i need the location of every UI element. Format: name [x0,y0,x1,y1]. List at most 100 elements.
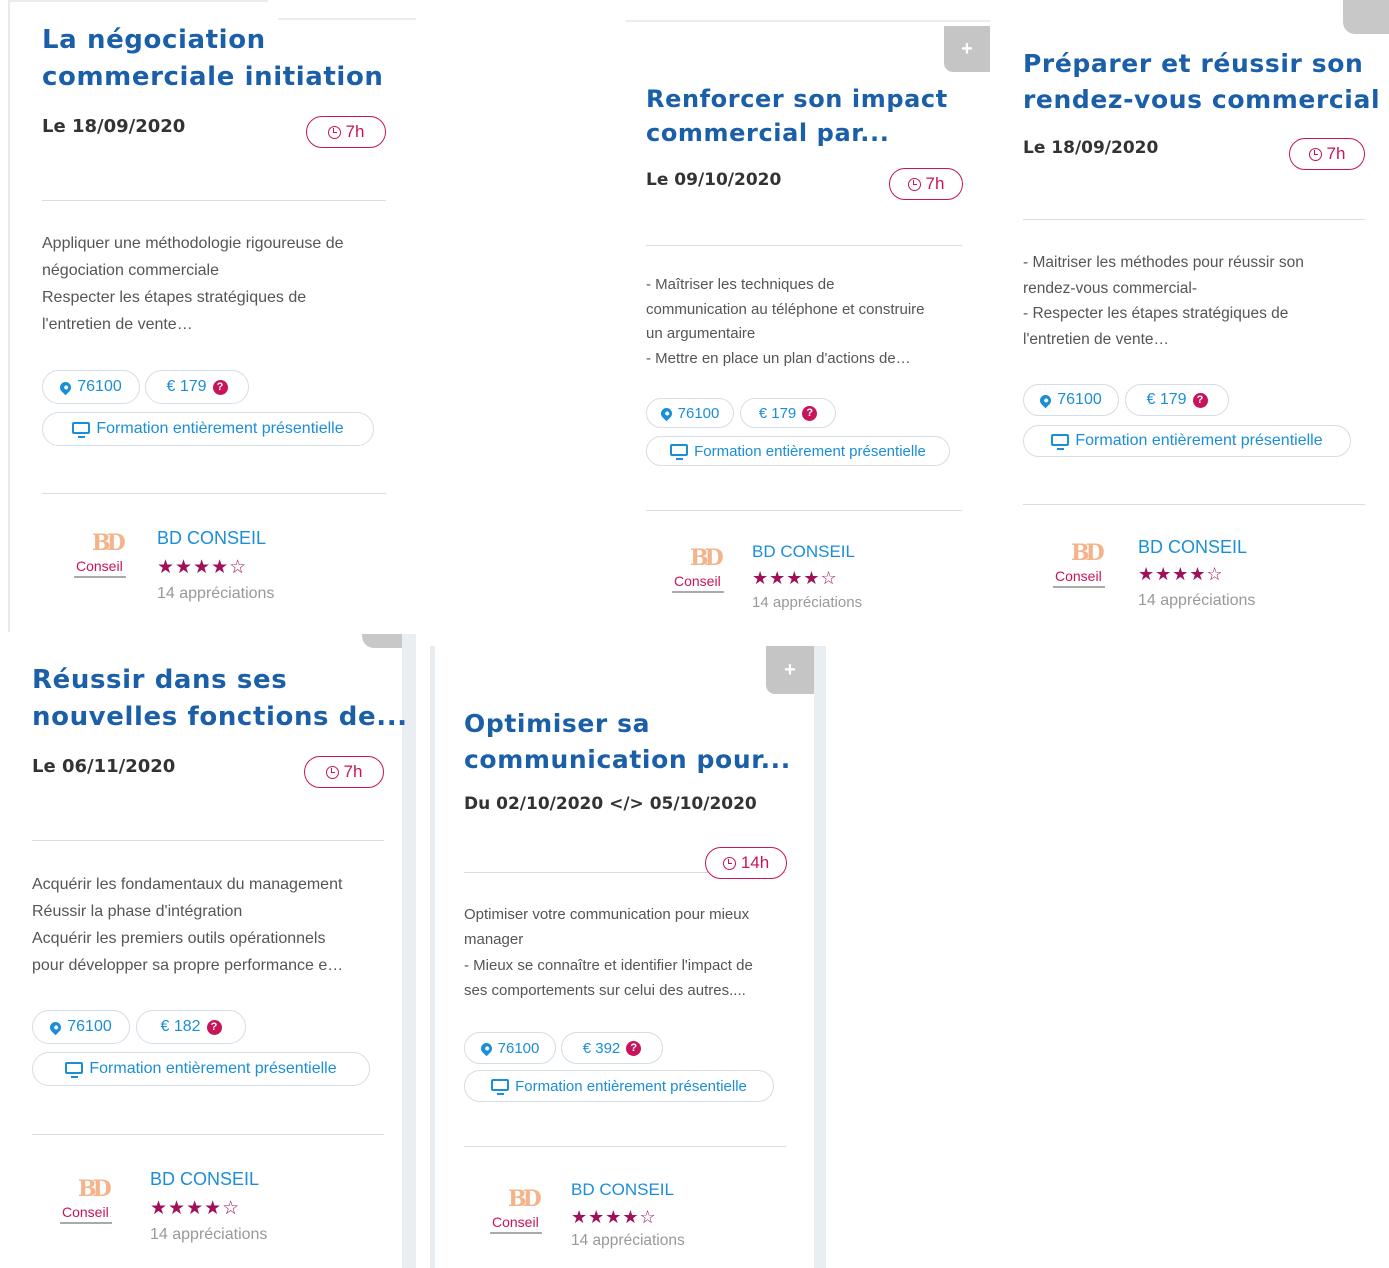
price-pill[interactable]: € 179 ? [1125,384,1229,416]
add-button[interactable]: + [944,26,990,72]
description-line: ses comportements sur celui des autres..… [464,981,746,999]
company-logo: BD Conseil [68,530,138,590]
description-line: - Respecter les étapes stratégiques de [1023,305,1289,323]
mode-pill[interactable]: Formation entièrement présentielle [42,412,374,446]
description-line: l'entretien de vente… [1023,331,1169,349]
location-pill[interactable]: 76100 [42,370,140,404]
card-border [8,0,10,632]
review-count[interactable]: 14 appréciations [752,594,862,611]
postcode: 76100 [497,1039,540,1057]
divider [42,200,386,201]
question-icon[interactable]: ? [802,405,818,421]
logo-mark: BD [690,545,724,571]
company-logo: BD Conseil [1047,540,1117,600]
training-mode: Formation entièrement présentielle [89,1060,337,1077]
duration-badge: 14h [705,847,787,879]
training-card[interactable]: Préparer et réussir son rendez-vous comm… [992,0,1389,632]
training-mode: Formation entièrement présentielle [515,1077,747,1095]
review-count[interactable]: 14 appréciations [150,1226,267,1244]
mode-pill[interactable]: Formation entièrement présentielle [464,1070,774,1102]
review-count[interactable]: 14 appréciations [571,1232,685,1250]
training-card[interactable]: + Renforcer son impact commercial par...… [626,20,990,632]
rating-stars: ★★★★☆ [571,1207,657,1227]
training-card[interactable]: Réussir dans ses nouvelles fonctions de.… [0,634,416,1268]
company-logo: BD Conseil [666,545,736,605]
company-name[interactable]: BD CONSEIL [752,542,855,562]
duration-badge: 7h [889,168,963,200]
review-count[interactable]: 14 appréciations [157,585,274,603]
card-title[interactable]: Réussir dans ses nouvelles fonctions de.… [32,662,408,736]
training-card[interactable]: La négociation commerciale initiation Le… [8,0,416,632]
logo-underline [490,1232,542,1234]
description-line: l'entretien de vente… [42,316,193,333]
session-date: Le 18/09/2020 [1023,138,1159,158]
location-pill[interactable]: 76100 [32,1010,130,1044]
price-pill[interactable]: € 179 ? [145,370,249,404]
card-title[interactable]: Préparer et réussir son rendez-vous comm… [1023,46,1380,118]
question-icon[interactable]: ? [212,379,228,395]
logo-text: Conseil [674,573,721,589]
rating-stars: ★★★★☆ [752,568,838,588]
logo-mark: BD [78,1176,112,1202]
card-title[interactable]: La négociation commerciale initiation [42,22,384,96]
training-mode: Formation entièrement présentielle [96,420,344,437]
card-title[interactable]: Renforcer son impact commercial par... [646,82,948,150]
duration-badge: 7h [304,756,384,788]
map-pin-icon [1037,392,1054,408]
logo-text: Conseil [1055,568,1102,584]
training-mode: Formation entièrement présentielle [1075,432,1323,449]
rating-stars: ★★★★☆ [1138,564,1224,584]
description-line: Réussir la phase d'intégration [32,903,243,920]
duration-value: 7h [925,174,945,193]
mode-pill[interactable]: Formation entièrement présentielle [646,436,950,466]
description-line: Acquérir les fondamentaux du management [32,876,343,893]
description-line: pour développer sa propre performance e… [32,957,344,974]
price-pill[interactable]: € 392 ? [561,1032,663,1064]
training-mode: Formation entièrement présentielle [694,442,926,460]
question-icon[interactable]: ? [626,1040,642,1056]
training-card[interactable]: + Optimiser sa communication pour... Du … [430,646,826,1268]
clock-icon [722,856,736,870]
company-logo: BD Conseil [484,1186,554,1246]
logo-mark: BD [1071,540,1105,566]
card-border [430,646,435,1268]
company-name[interactable]: BD CONSEIL [150,1169,259,1190]
postcode: 76100 [677,404,720,422]
card-title-line: Réussir dans ses [32,665,288,695]
mode-pill[interactable]: Formation entièrement présentielle [32,1052,370,1086]
logo-mark: BD [92,530,126,556]
location-pill[interactable]: 76100 [464,1032,556,1064]
card-border [8,0,268,2]
company-name[interactable]: BD CONSEIL [157,528,266,549]
location-pill[interactable]: 76100 [646,398,734,428]
clock-icon [327,125,341,139]
review-count[interactable]: 14 appréciations [1138,592,1255,610]
question-icon[interactable]: ? [1192,392,1208,408]
price-pill[interactable]: € 179 ? [740,398,836,428]
description-line: rendez-vous commercial- [1023,279,1197,297]
clock-icon [325,765,339,779]
card-border [626,20,990,22]
description-line: Optimiser votre communication pour mieux [464,906,750,923]
card-title-line: nouvelles fonctions de... [32,702,408,732]
location-pill[interactable]: 76100 [1023,384,1119,416]
map-pin-icon [658,405,674,421]
logo-text: Conseil [62,1204,109,1220]
postcode: 76100 [1057,391,1102,408]
duration-value: 7h [345,122,365,141]
monitor-icon [72,421,91,438]
session-date: Du 02/10/2020 </> 05/10/2020 [464,794,757,814]
company-name[interactable]: BD CONSEIL [571,1180,674,1200]
price-pill[interactable]: € 182 ? [136,1010,246,1044]
description-line: négociation commerciale [42,262,219,279]
company-logo: BD Conseil [54,1176,124,1236]
question-icon[interactable]: ? [206,1019,222,1035]
logo-underline [74,576,126,578]
card-title[interactable]: Optimiser sa communication pour... [464,706,791,778]
add-button[interactable]: + [766,646,814,694]
company-name[interactable]: BD CONSEIL [1138,537,1247,558]
mode-pill[interactable]: Formation entièrement présentielle [1023,425,1351,457]
card-title-line: Renforcer son impact [646,85,948,113]
divider [42,493,386,494]
price: € 179 [1146,391,1187,408]
